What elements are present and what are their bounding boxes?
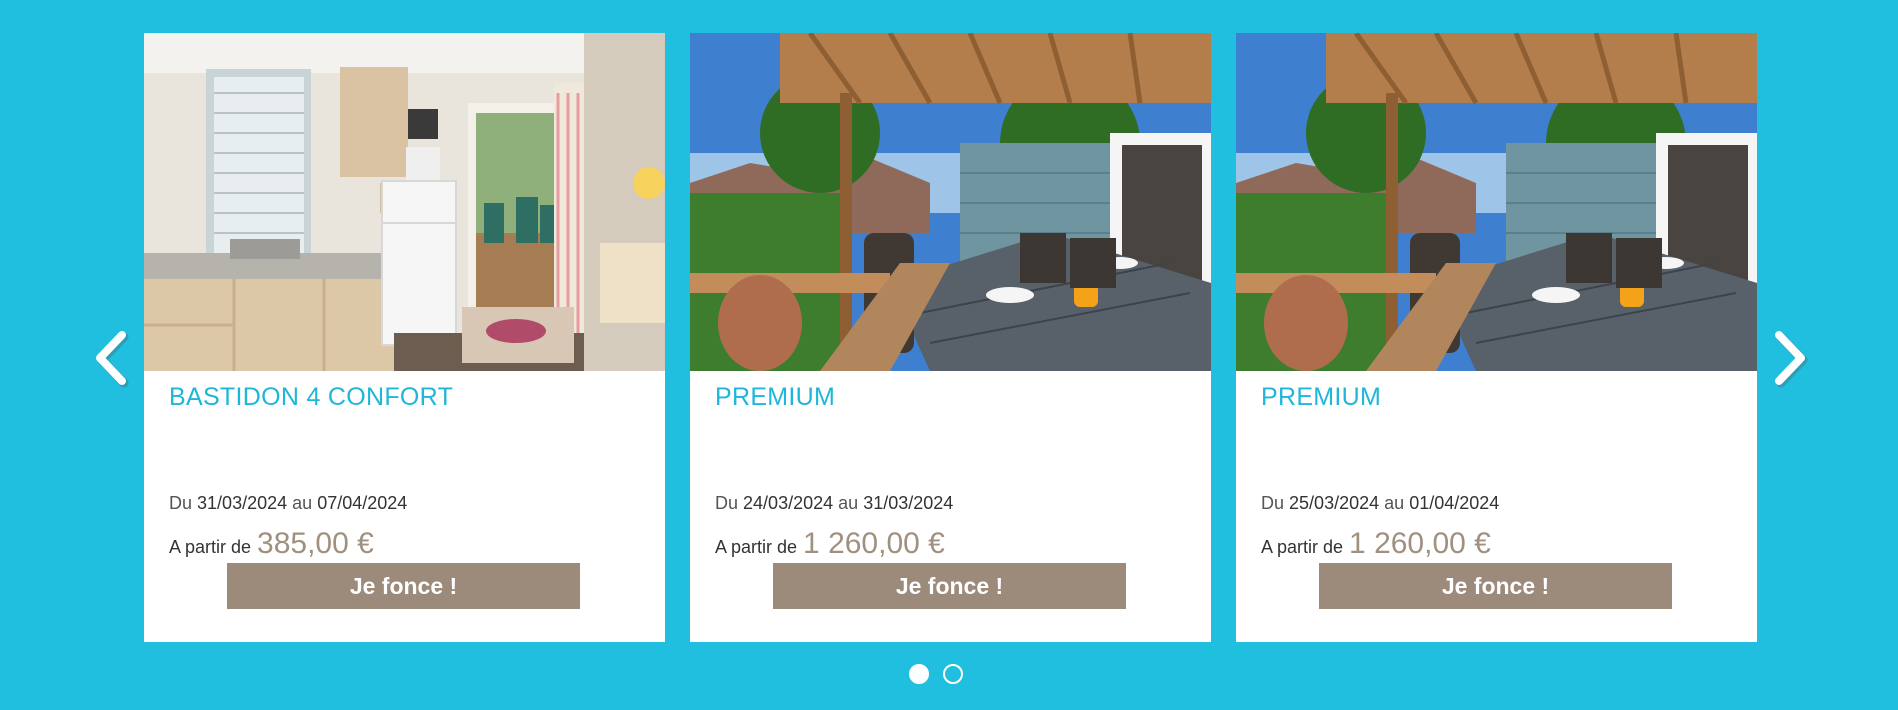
start-date: 25/03/2024 [1289,493,1380,513]
pagination-dot-2[interactable] [942,664,963,684]
start-date: 31/03/2024 [197,493,288,513]
mobile-home-kitchen-photo [144,33,665,371]
chevron-right-icon [1775,331,1808,388]
offer-title: BASTIDON 4 CONFORT [169,383,454,411]
offer-dates: Du 24/03/2024 au 31/03/2024 [715,493,954,513]
end-date: 07/04/2024 [317,493,408,513]
offer-price-row: A partir de 1 260,00 € [1261,527,1491,561]
je-fonce-button[interactable]: Je fonce ! [773,563,1126,609]
carousel-pagination [0,664,1898,684]
terrace-dining-photo [690,33,1211,371]
price-amount: 1 260,00 € [803,527,945,560]
carousel-next-button[interactable] [1765,330,1813,388]
offer-price-row: A partir de 385,00 € [169,527,374,561]
offer-dates: Du 31/03/2024 au 07/04/2024 [169,493,408,513]
price-prefix: A partir de [715,537,798,557]
je-fonce-button[interactable]: Je fonce ! [227,563,580,609]
je-fonce-button[interactable]: Je fonce ! [1319,563,1672,609]
price-amount: 385,00 € [257,527,374,560]
offer-card[interactable]: BASTIDON 4 CONFORT Du 31/03/2024 au 07/0… [144,33,665,642]
end-date: 01/04/2024 [1409,493,1500,513]
offer-card[interactable]: PREMIUM Du 24/03/2024 au 31/03/2024 A pa… [690,33,1211,642]
price-prefix: A partir de [169,537,252,557]
offer-dates: Du 25/03/2024 au 01/04/2024 [1261,493,1500,513]
chevron-left-icon [96,331,129,388]
end-date: 31/03/2024 [863,493,954,513]
offer-card[interactable]: PREMIUM Du 25/03/2024 au 01/04/2024 A pa… [1236,33,1757,642]
offer-title: PREMIUM [1261,383,1382,411]
terrace-dining-photo [1236,33,1757,371]
pagination-dot-1[interactable] [908,664,929,684]
carousel-prev-button[interactable] [88,330,136,388]
offer-title: PREMIUM [715,383,836,411]
price-prefix: A partir de [1261,537,1344,557]
offers-carousel: BASTIDON 4 CONFORT Du 31/03/2024 au 07/0… [0,0,1898,710]
start-date: 24/03/2024 [743,493,834,513]
offer-price-row: A partir de 1 260,00 € [715,527,945,561]
price-amount: 1 260,00 € [1349,527,1491,560]
